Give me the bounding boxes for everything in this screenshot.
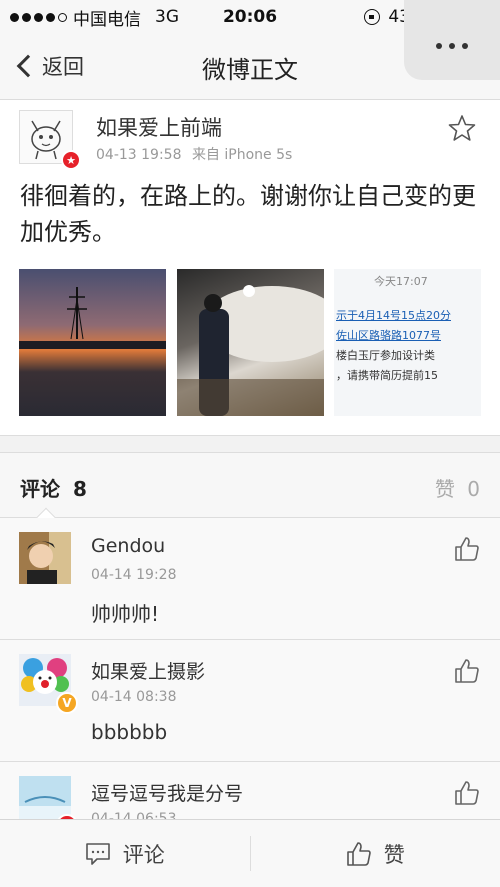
- more-options-button[interactable]: [404, 0, 500, 80]
- tab-likes-label: 赞: [434, 477, 455, 501]
- thumbs-up-icon[interactable]: [454, 658, 480, 684]
- photo-text-line: 佐山区路骆路1077号: [336, 329, 441, 342]
- post-photo-train[interactable]: [177, 269, 324, 416]
- comment-item: V 如果爱上摄影 04-14 08:38 bbbbbb: [0, 640, 500, 762]
- post-timestamp: 04-13 19:58: [96, 147, 182, 163]
- signal-strength-icon: [10, 12, 67, 22]
- bottom-toolbar: 评论 赞: [0, 819, 500, 887]
- carrier-name: 中国电信: [73, 9, 141, 30]
- comment-icon: [85, 842, 110, 865]
- member-badge-icon: ★: [61, 150, 81, 170]
- tab-likes[interactable]: 赞 0: [435, 473, 480, 502]
- thumbs-up-icon[interactable]: [454, 536, 480, 562]
- like-button-label: 赞: [383, 842, 405, 867]
- network-type: 3G: [155, 7, 179, 27]
- post-photo-screenshot[interactable]: 今天17:07 示于4月14号15点20分 佐山区路骆路1077号 楼白玉厅参加…: [334, 269, 481, 416]
- commenter-avatar[interactable]: [19, 532, 71, 584]
- photo-text-line: ，请携带简历提前15: [336, 369, 438, 382]
- post-meta: 04-13 19:58 来自 iPhone 5s: [96, 144, 292, 164]
- tab-likes-count: 0: [467, 477, 480, 501]
- comment-text: 帅帅帅!: [91, 602, 160, 626]
- comment-button[interactable]: 评论: [0, 820, 250, 887]
- thumbs-up-icon: [346, 841, 371, 866]
- comment-time: 04-14 19:28: [91, 567, 177, 583]
- comment-time: 04-14 08:38: [91, 689, 177, 705]
- comment-item: Gendou 04-14 19:28 帅帅帅!: [0, 518, 500, 640]
- verified-badge-icon: V: [56, 692, 78, 714]
- tab-comments[interactable]: 评论 8: [20, 473, 87, 502]
- commenter-name[interactable]: Gendou: [91, 535, 165, 557]
- tab-comments-count: 8: [72, 477, 87, 501]
- like-button[interactable]: 赞: [251, 820, 500, 887]
- photo-text-line: 示于4月14号15点20分: [336, 309, 451, 322]
- commenter-name[interactable]: 逗号逗号我是分号: [91, 779, 243, 806]
- post-photo-sunset[interactable]: [19, 269, 166, 416]
- tab-comments-label: 评论: [20, 477, 60, 501]
- commenter-name[interactable]: 如果爱上摄影: [91, 657, 205, 684]
- photo-text-line: 今天17:07: [374, 275, 428, 288]
- comment-tabs: 评论 8 赞 0: [0, 452, 500, 531]
- post-text: 徘徊着的，在路上的。谢谢你让自己变的更加优秀。: [20, 182, 476, 246]
- comment-text: bbbbbb: [91, 720, 168, 744]
- thumbs-up-icon[interactable]: [454, 780, 480, 806]
- rotation-lock-icon: [364, 9, 381, 25]
- weibo-post: ★ 如果爱上前端 04-13 19:58 来自 iPhone 5s 徘徊着的，在…: [0, 100, 500, 436]
- author-name[interactable]: 如果爱上前端: [96, 112, 222, 142]
- post-source: 来自 iPhone 5s: [191, 147, 293, 163]
- more-icon: [436, 43, 442, 49]
- photo-text-line: 楼白玉厅参加设计类: [336, 349, 435, 362]
- comment-button-label: 评论: [122, 842, 165, 867]
- favorite-star-icon[interactable]: [448, 114, 476, 142]
